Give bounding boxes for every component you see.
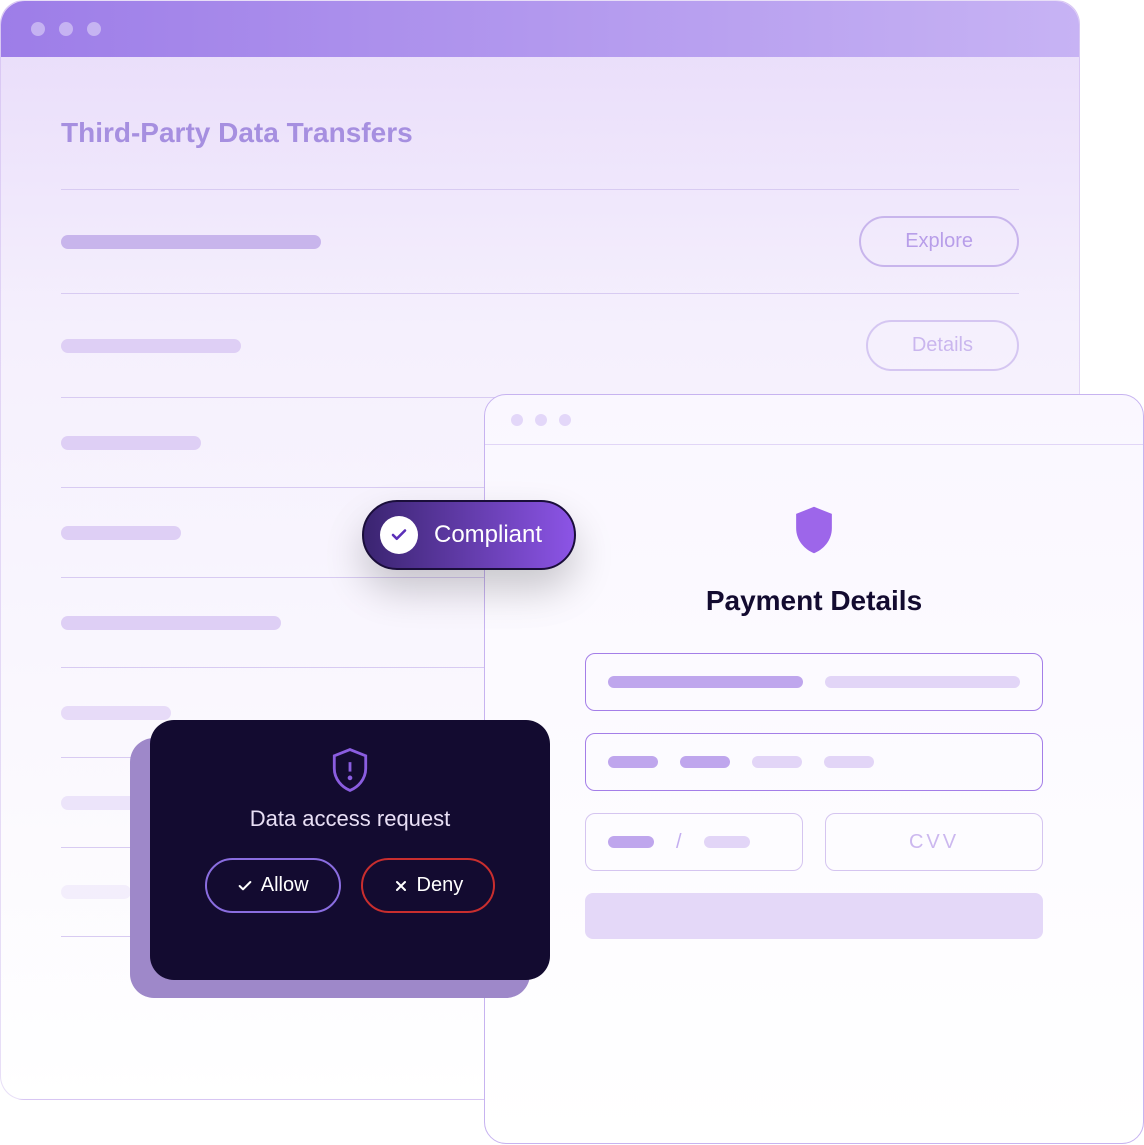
payment-title: Payment Details xyxy=(585,585,1043,617)
field-placeholder xyxy=(608,836,654,848)
window-control-dot[interactable] xyxy=(59,22,73,36)
payment-body: Payment Details / CVV xyxy=(485,445,1143,939)
window-control-dot[interactable] xyxy=(31,22,45,36)
row-text-placeholder xyxy=(61,339,241,353)
deny-button[interactable]: Deny xyxy=(361,858,496,913)
field-placeholder xyxy=(824,756,874,768)
card-name-field[interactable] xyxy=(585,653,1043,711)
deny-label: Deny xyxy=(417,874,464,897)
modal-title: Data access request xyxy=(250,806,451,832)
x-icon xyxy=(393,878,409,894)
window-control-dot[interactable] xyxy=(87,22,101,36)
data-access-modal: Data access request Allow Deny xyxy=(150,720,550,980)
allow-button[interactable]: Allow xyxy=(205,858,341,913)
row-text-placeholder xyxy=(61,706,171,720)
shield-icon xyxy=(792,505,836,555)
slash-separator: / xyxy=(676,831,682,854)
cvv-field[interactable]: CVV xyxy=(825,813,1043,871)
main-window-titlebar xyxy=(1,1,1079,57)
shield-alert-icon xyxy=(331,748,369,792)
modal-buttons: Allow Deny xyxy=(205,858,496,913)
check-circle-icon xyxy=(380,516,418,554)
row-text-placeholder xyxy=(61,526,181,540)
allow-label: Allow xyxy=(261,874,309,897)
transfer-row: Explore xyxy=(61,189,1019,293)
row-text-placeholder xyxy=(61,436,201,450)
window-control-dot[interactable] xyxy=(559,414,571,426)
compliant-label: Compliant xyxy=(434,521,542,549)
compliant-badge: Compliant xyxy=(362,500,576,570)
field-placeholder xyxy=(752,756,802,768)
row-text-placeholder xyxy=(61,235,321,249)
expiry-field[interactable]: / xyxy=(585,813,803,871)
check-icon xyxy=(237,878,253,894)
payment-window-titlebar xyxy=(485,395,1143,445)
submit-button[interactable] xyxy=(585,893,1043,939)
page-title: Third-Party Data Transfers xyxy=(61,117,1019,149)
window-control-dot[interactable] xyxy=(535,414,547,426)
card-number-field[interactable] xyxy=(585,733,1043,791)
transfer-row: Details xyxy=(61,293,1019,397)
field-placeholder xyxy=(608,756,658,768)
field-placeholder xyxy=(704,836,750,848)
field-placeholder xyxy=(825,676,1020,688)
row-text-placeholder xyxy=(61,885,131,899)
explore-button[interactable]: Explore xyxy=(859,216,1019,267)
details-button[interactable]: Details xyxy=(866,320,1019,371)
payment-window: Payment Details / CVV xyxy=(484,394,1144,1144)
window-control-dot[interactable] xyxy=(511,414,523,426)
field-placeholder xyxy=(680,756,730,768)
row-text-placeholder xyxy=(61,616,281,630)
field-placeholder xyxy=(608,676,803,688)
